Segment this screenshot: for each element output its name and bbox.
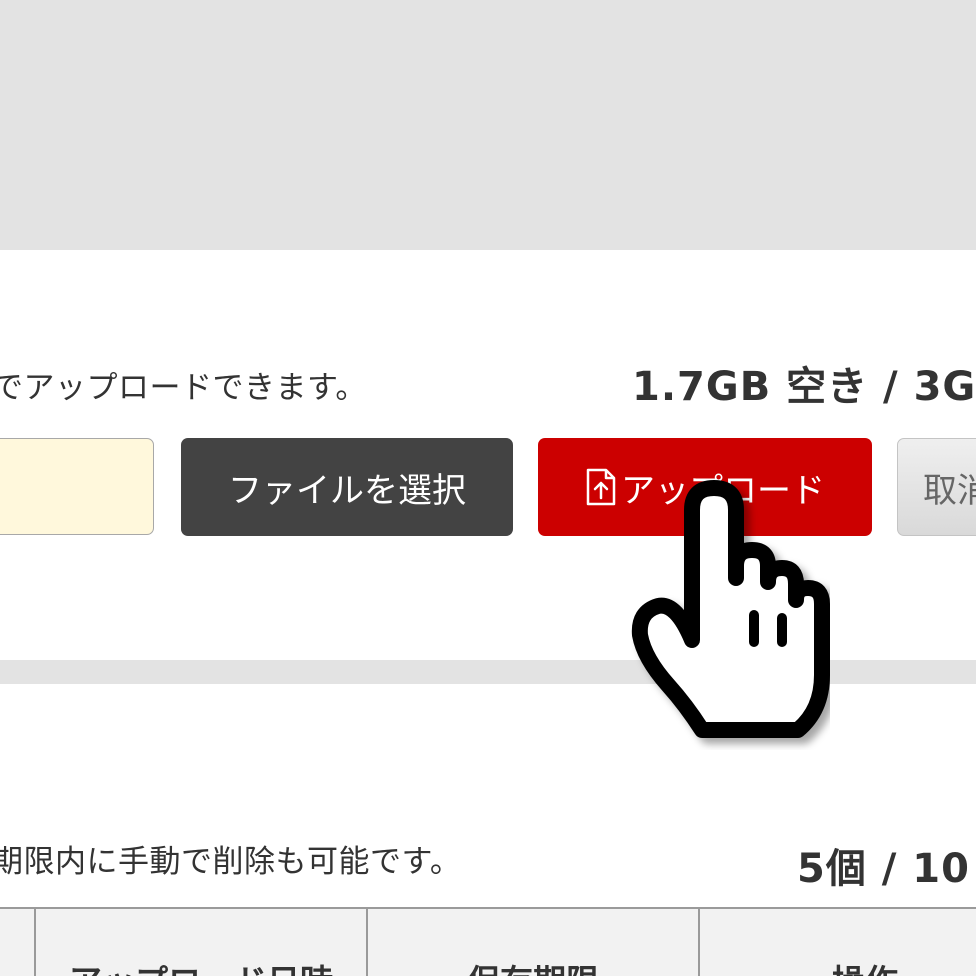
column-header-expiry: 保存期限: [366, 909, 698, 976]
upload-button[interactable]: アップロード: [538, 438, 872, 536]
file-upload-page: でアップロードできます。 1.7GB 空き / 3G ファイルを選択 アップロー…: [0, 0, 976, 976]
file-table-header: アップロード日時 保存期限 操作: [0, 907, 976, 976]
select-file-button[interactable]: ファイルを選択: [181, 438, 513, 536]
cancel-button-label: 取消: [923, 470, 976, 511]
column-header-uploaded-at: アップロード日時: [34, 909, 366, 976]
upload-button-label: アップロード: [621, 470, 825, 511]
cancel-button[interactable]: 取消: [897, 438, 976, 536]
file-count: 5個 / 10: [797, 846, 970, 892]
upload-instructions: でアップロードできます。: [0, 370, 367, 406]
section-divider: [0, 660, 976, 684]
retention-instructions: 期限内に手動で削除も可能です。: [0, 844, 462, 880]
select-file-button-label: ファイルを選択: [228, 470, 466, 511]
column-header-actions: 操作: [698, 909, 976, 976]
selected-file-field[interactable]: [0, 438, 154, 535]
column-header-select: [0, 909, 34, 976]
header-band: [0, 0, 976, 250]
file-upload-icon: [586, 468, 616, 506]
storage-usage: 1.7GB 空き / 3G: [632, 364, 976, 410]
